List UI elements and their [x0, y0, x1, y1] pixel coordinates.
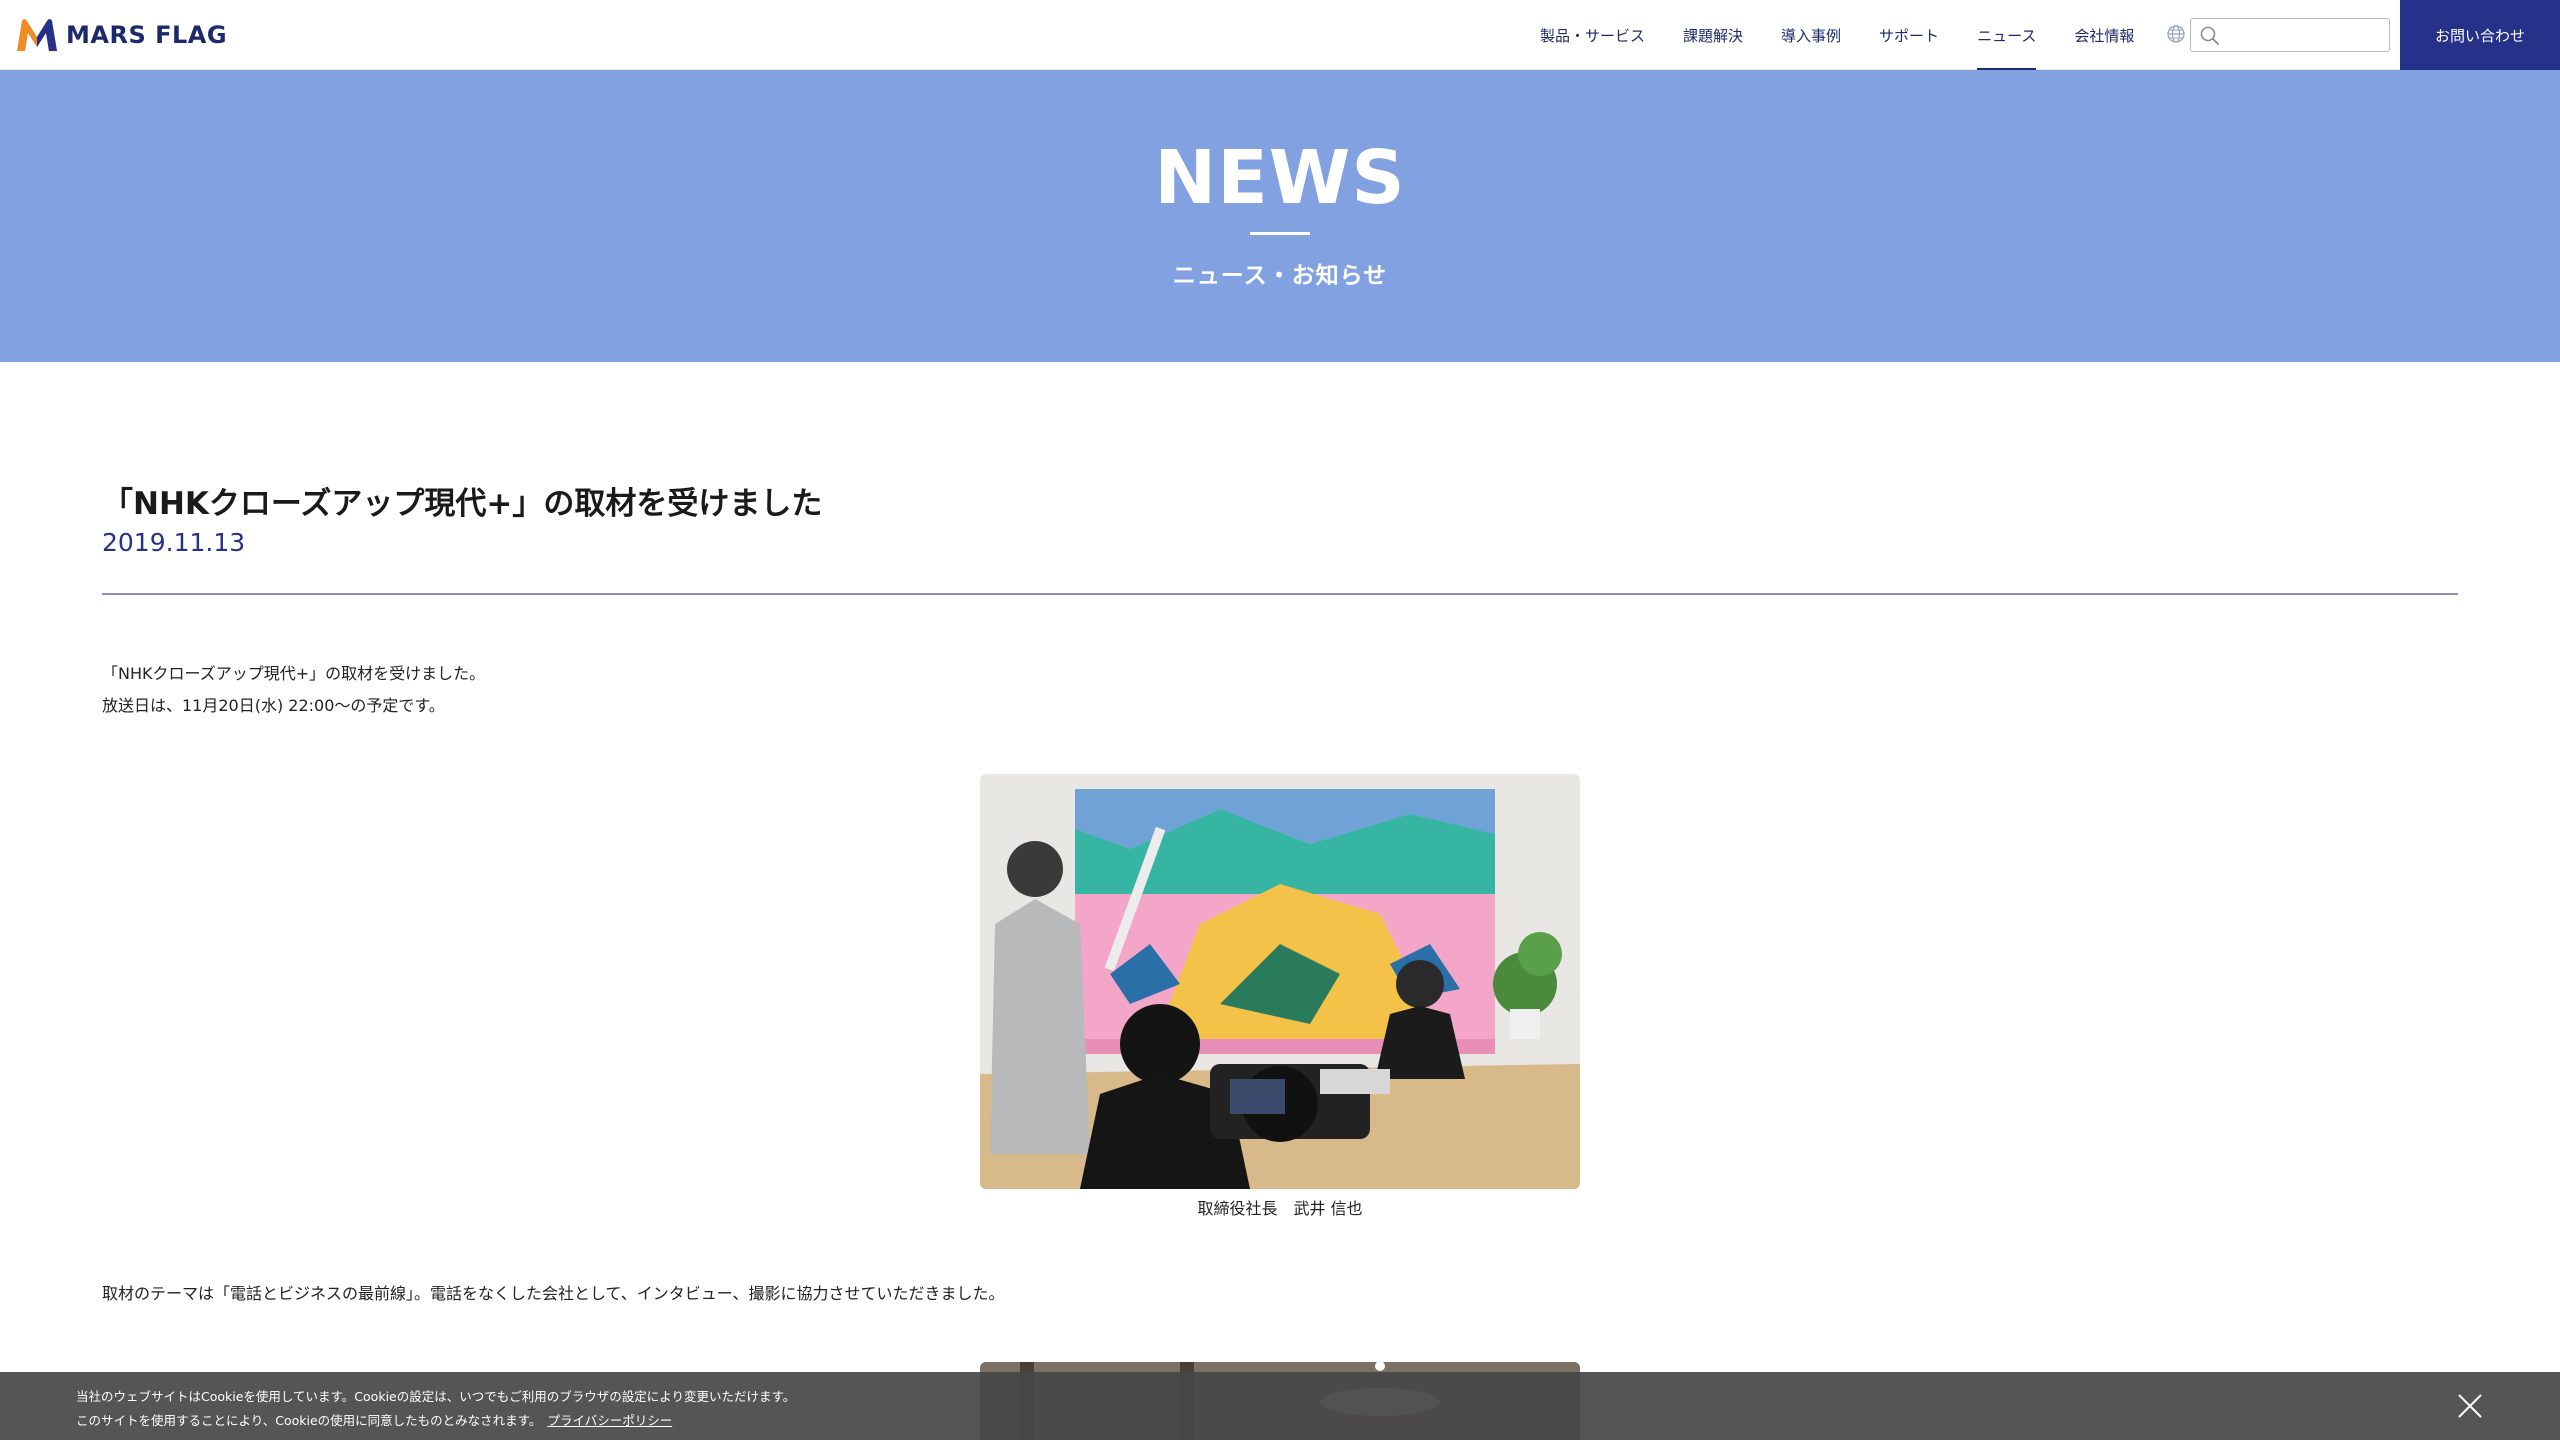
nav-item-solutions[interactable]: 課題解決 — [1683, 0, 1743, 70]
article-date: 2019.11.13 — [102, 528, 246, 557]
hero-divider — [1250, 232, 1310, 235]
nav-item-news[interactable]: ニュース — [1977, 0, 2037, 70]
interview-photo — [980, 774, 1580, 1189]
main-nav: 製品・サービス 課題解決 導入事例 サポート ニュース 会社情報 — [1540, 0, 2172, 70]
mars-flag-logo[interactable]: MARS FLAG — [14, 14, 227, 56]
nav-item-products-services[interactable]: 製品・サービス — [1540, 0, 1645, 70]
article-divider — [102, 593, 2458, 595]
search-input[interactable] — [2225, 21, 2385, 49]
article-title: 「NHKクローズアップ現代+」の取材を受けました — [102, 486, 823, 522]
article-paragraph-2: 放送日は、11月20日(水) 22:00～の予定です。 — [102, 696, 445, 715]
nav-item-company[interactable]: 会社情報 — [2074, 0, 2134, 70]
mars-flag-logo-icon — [17, 19, 57, 51]
search-icon[interactable] — [2199, 25, 2221, 47]
hero-subtitle: ニュース・お知らせ — [1172, 263, 1388, 289]
globe-icon[interactable] — [2166, 24, 2186, 44]
close-icon[interactable] — [2456, 1392, 2484, 1420]
contact-button[interactable]: お問い合わせ — [2400, 0, 2560, 70]
hero-title: NEWS — [1154, 135, 1406, 221]
cookie-banner: 当社のウェブサイトはCookieを使用しています。Cookieの設定は、いつでも… — [0, 1372, 2560, 1440]
privacy-policy-link[interactable]: プライバシーポリシー — [547, 1413, 672, 1428]
logo-text: MARS FLAG — [66, 21, 228, 49]
interview-photo-image — [980, 774, 1580, 1189]
cookie-notice-line-2: このサイトを使用することにより、Cookieの使用に同意したものとみなされます。… — [76, 1410, 672, 1429]
photo-caption: 取締役社長 武井 信也 — [1197, 1199, 1363, 1218]
nav-item-support[interactable]: サポート — [1879, 0, 1939, 70]
site-header: MARS FLAG 製品・サービス 課題解決 導入事例 サポート ニュース 会社… — [0, 0, 2560, 70]
article-paragraph-3: 取材のテーマは「電話とビジネスの最前線」。電話をなくした会社として、インタビュー… — [102, 1284, 1005, 1303]
cookie-notice-text: このサイトを使用することにより、Cookieの使用に同意したものとみなされます。 — [76, 1413, 542, 1428]
cookie-notice-line-1: 当社のウェブサイトはCookieを使用しています。Cookieの設定は、いつでも… — [76, 1389, 796, 1404]
article-paragraph-1: 「NHKクローズアップ現代+」の取材を受けました。 — [102, 664, 486, 683]
page-hero: NEWS ニュース・お知らせ — [0, 70, 2560, 362]
search-box[interactable] — [2190, 18, 2390, 52]
nav-item-case-studies[interactable]: 導入事例 — [1781, 0, 1841, 70]
